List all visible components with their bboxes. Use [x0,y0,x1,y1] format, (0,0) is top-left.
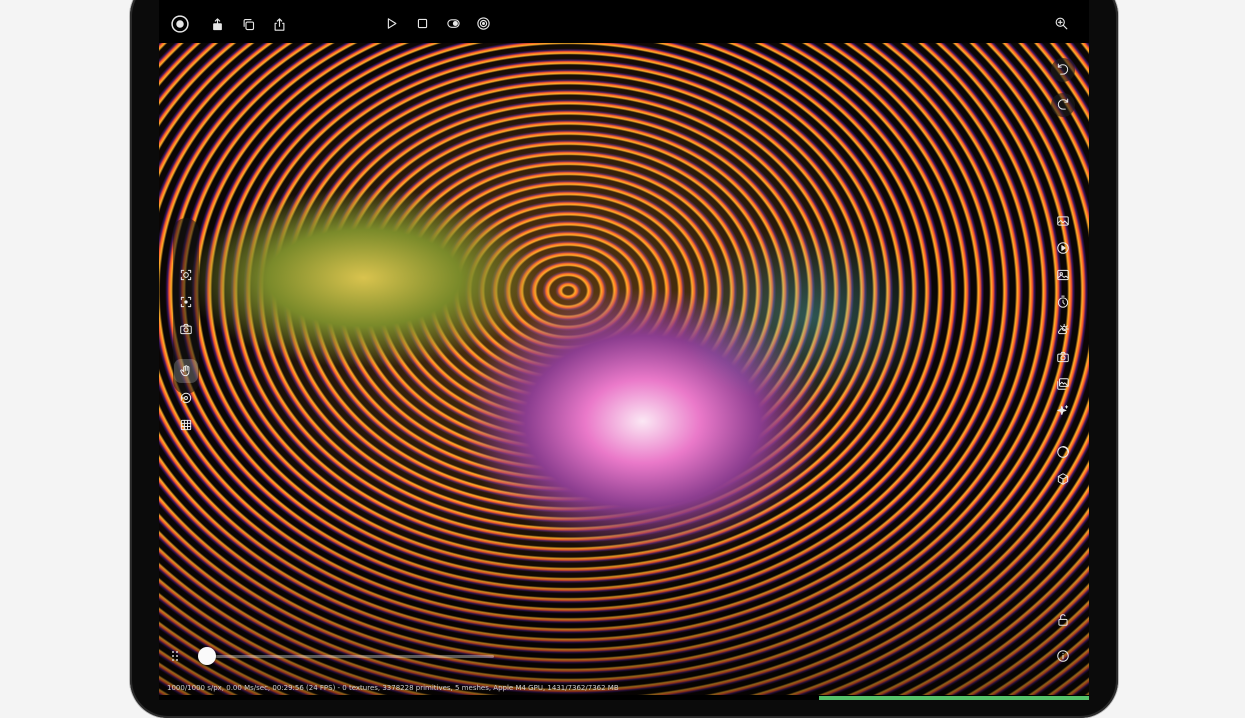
play-icon[interactable] [380,12,402,34]
checker-icon[interactable] [175,414,197,436]
drag-handle-icon[interactable] [172,651,180,662]
render-viewport[interactable] [159,43,1089,695]
snapshot-icon[interactable] [1051,345,1075,369]
duplicate-icon[interactable] [237,13,259,35]
app-screen: 1000/1000 s/px, 0.00 Ms/sec, 00:29:56 (2… [159,0,1089,700]
zoom-icon[interactable] [1050,12,1072,34]
weather-icon[interactable] [1051,317,1075,341]
sparkle-icon[interactable] [1051,399,1075,423]
share-icon[interactable] [268,13,290,35]
toggle-view-icon[interactable] [442,12,464,34]
target-icon[interactable] [472,12,494,34]
timeline-slider-thumb[interactable] [198,647,216,665]
timeline-slider-track[interactable] [204,655,494,658]
progress-indicator [819,696,1089,700]
gallery-icon[interactable] [1051,372,1075,396]
timer-icon[interactable] [1051,290,1075,314]
unlock-icon[interactable] [1051,608,1075,632]
info-icon[interactable] [1051,644,1075,668]
undo-icon[interactable] [1051,58,1075,82]
hand-icon[interactable] [174,359,198,383]
render-status-text: 1000/1000 s/px, 0.00 Ms/sec, 00:29:56 (2… [167,684,619,692]
image-icon[interactable] [1051,209,1075,233]
record-icon[interactable] [168,12,192,36]
frame-select-icon[interactable] [175,264,197,286]
stop-icon[interactable] [411,12,433,34]
orbit-icon[interactable] [175,387,197,409]
export-icon[interactable] [206,13,228,35]
camera-icon[interactable] [175,318,197,340]
focus-icon[interactable] [175,291,197,313]
play-circle-icon[interactable] [1051,236,1075,260]
picture-icon[interactable] [1051,263,1075,287]
redo-icon[interactable] [1051,93,1075,117]
circle-icon[interactable] [1051,440,1075,464]
cube-icon[interactable] [1051,467,1075,491]
